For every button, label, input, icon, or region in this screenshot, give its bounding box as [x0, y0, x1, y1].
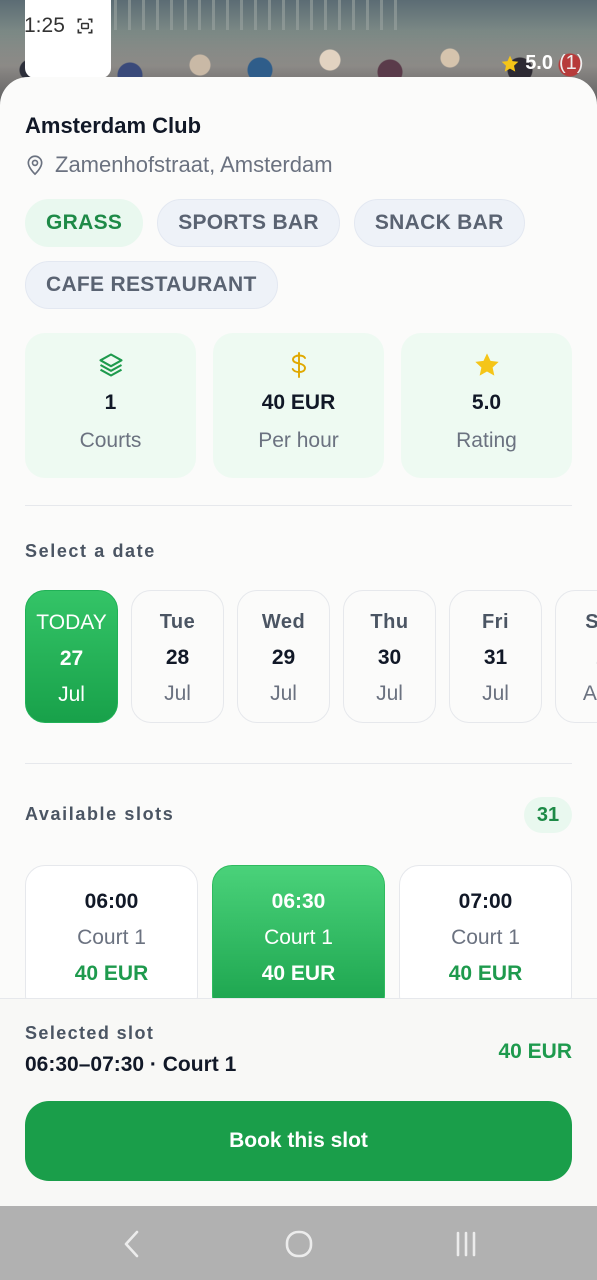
- stat-courts-label: Courts: [79, 429, 142, 452]
- hero-review-count: (1): [559, 52, 584, 74]
- star-icon: [474, 353, 499, 376]
- stat-rating-value: 5.0: [471, 391, 502, 414]
- slot-court: Court 1: [264, 926, 333, 949]
- slot-time: 06:30: [271, 890, 326, 913]
- stat-courts: 1 Courts: [25, 333, 196, 478]
- date-month: Jul: [164, 682, 191, 705]
- recents-button[interactable]: [448, 1226, 484, 1262]
- date-item-wed[interactable]: Wed 29 Jul: [237, 590, 330, 723]
- status-bar-backdrop: [25, 0, 111, 78]
- status-time: 1:25: [24, 14, 65, 37]
- slot-card-selected[interactable]: 06:30 Court 1 40 EUR: [212, 865, 385, 998]
- hero-rating: 5.0 (1): [500, 52, 583, 75]
- club-stats: 1 Courts 40 EUR Per hour 5.0 Rating: [25, 333, 572, 478]
- date-day: Thu: [370, 611, 409, 633]
- select-date-title: Select a date: [25, 541, 156, 561]
- screenshot-icon: [77, 18, 93, 34]
- hero-fence: [100, 0, 400, 30]
- stat-courts-value: 1: [104, 391, 117, 414]
- tag-cafe-restaurant: CAFE RESTAURANT: [25, 261, 278, 309]
- selected-slot-value: 06:30–07:30 · Court 1: [25, 1053, 237, 1076]
- slot-list: 06:00 Court 1 40 EUR 06:30 Court 1 40 EU…: [25, 865, 572, 998]
- stat-rating-label: Rating: [456, 429, 517, 452]
- date-number: 30: [377, 646, 402, 669]
- date-month: Jul: [58, 683, 85, 706]
- date-number: 31: [483, 646, 508, 669]
- date-day: Sat: [585, 611, 597, 633]
- date-picker[interactable]: TODAY 27 Jul Tue 28 Jul Wed 29 Jul Thu 3…: [25, 590, 597, 726]
- date-day: Fri: [481, 611, 510, 633]
- tag-sports-bar: SPORTS BAR: [157, 199, 340, 247]
- dollar-icon: [291, 352, 306, 378]
- date-item-sat[interactable]: Sat 1 Aug: [555, 590, 597, 723]
- date-month: Jul: [270, 682, 297, 705]
- available-slots-title: Available slots: [25, 804, 175, 824]
- booking-footer: Selected slot 06:30–07:30 · Court 1 40 E…: [0, 998, 597, 1206]
- stat-price-value: 40 EUR: [261, 391, 336, 414]
- date-month: Jul: [482, 682, 509, 705]
- slot-card[interactable]: 07:00 Court 1 40 EUR: [399, 865, 572, 998]
- slot-court: Court 1: [451, 926, 520, 949]
- slot-card[interactable]: 06:00 Court 1 40 EUR: [25, 865, 198, 998]
- layers-icon: [98, 353, 123, 377]
- slot-time: 07:00: [458, 890, 513, 913]
- slot-price: 40 EUR: [74, 962, 149, 985]
- date-item-fri[interactable]: Fri 31 Jul: [449, 590, 542, 723]
- club-address: Zamenhofstraat, Amsterdam: [25, 152, 333, 178]
- home-icon: [285, 1230, 313, 1258]
- back-icon: [124, 1230, 139, 1258]
- club-name: Amsterdam Club: [25, 113, 202, 138]
- date-number: 28: [165, 646, 190, 669]
- divider: [25, 763, 572, 764]
- slots-count-badge: 31: [524, 797, 572, 833]
- date-item-tue[interactable]: Tue 28 Jul: [131, 590, 224, 723]
- selected-slot-label: Selected slot: [25, 1023, 155, 1043]
- hero-rating-value: 5.0: [525, 52, 553, 74]
- date-item-today[interactable]: TODAY 27 Jul: [25, 590, 118, 723]
- slot-price: 40 EUR: [448, 962, 523, 985]
- amenity-tags: GRASS SPORTS BAR SNACK BAR CAFE RESTAURA…: [25, 199, 575, 309]
- date-day: Tue: [159, 611, 196, 633]
- home-button[interactable]: [281, 1226, 317, 1262]
- star-icon: [501, 55, 519, 72]
- stat-price: 40 EUR Per hour: [213, 333, 384, 478]
- date-item-thu[interactable]: Thu 30 Jul: [343, 590, 436, 723]
- slot-court: Court 1: [77, 926, 146, 949]
- date-month: Aug: [582, 682, 597, 705]
- stat-price-label: Per hour: [258, 429, 339, 452]
- date-day: TODAY: [36, 611, 107, 634]
- date-day: Wed: [261, 611, 306, 633]
- slot-time: 06:00: [84, 890, 139, 913]
- system-nav-bar: [0, 1206, 597, 1280]
- date-month: Jul: [376, 682, 403, 705]
- tag-snack-bar: SNACK BAR: [353, 199, 525, 247]
- club-address-text: Zamenhofstraat, Amsterdam: [55, 152, 333, 177]
- back-button[interactable]: [114, 1226, 150, 1262]
- book-slot-button[interactable]: Book this slot: [25, 1101, 572, 1181]
- date-number: 27: [59, 647, 84, 670]
- location-pin-icon: [27, 155, 43, 176]
- selected-slot-price: 40 EUR: [498, 1040, 572, 1063]
- divider: [25, 505, 572, 506]
- date-number: 29: [271, 646, 296, 669]
- slot-price: 40 EUR: [261, 962, 336, 985]
- stat-rating: 5.0 Rating: [401, 333, 572, 478]
- recents-icon: [456, 1231, 476, 1257]
- tag-grass: GRASS: [25, 199, 144, 247]
